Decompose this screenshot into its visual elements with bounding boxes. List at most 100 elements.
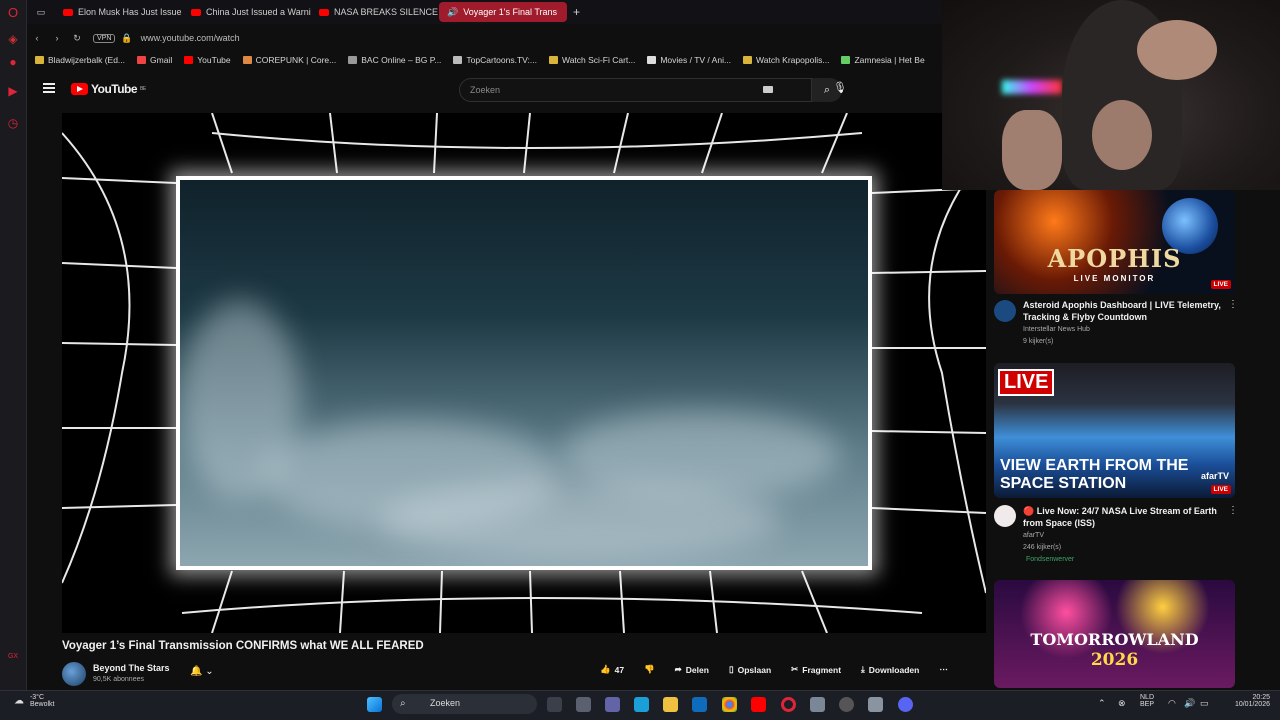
bookmark-item[interactable]: Zamnesia | Het Be: [841, 55, 925, 65]
wifi-icon[interactable]: ◠: [1168, 698, 1176, 709]
tray-app-icon[interactable]: ⊗: [1118, 698, 1126, 709]
weather-widget[interactable]: ☁ -3°C Bewolkt: [14, 694, 54, 708]
speaker-icon[interactable]: 🔊: [447, 7, 458, 18]
keyboard-icon[interactable]: [763, 86, 773, 93]
rec-thumbnail[interactable]: APOPHIS LIVE MONITOR LIVE: [994, 190, 1235, 294]
video-frame: [176, 176, 872, 570]
volume-icon[interactable]: 🔊: [1184, 698, 1195, 709]
channel-avatar[interactable]: [994, 300, 1016, 322]
download-button[interactable]: ⤓ Downloaden: [861, 664, 919, 675]
live-badge: LIVE: [1210, 280, 1231, 289]
opera-logo-icon[interactable]: O: [6, 6, 20, 20]
more-options-icon[interactable]: ⋮: [1228, 505, 1238, 516]
video-actions: 👍 47 👎 ➦ Delen ▯ Opslaan ✂ Fragment ⤓ Downloa…: [600, 664, 948, 675]
history-icon[interactable]: ◷: [6, 116, 20, 130]
widgets-icon[interactable]: [576, 697, 591, 712]
scissors-icon: ✂: [791, 664, 799, 674]
youtube-play-icon: [71, 83, 88, 95]
discord-icon[interactable]: [898, 697, 913, 712]
dislike-button[interactable]: 👎: [644, 664, 655, 675]
youtube-favicon-icon: [191, 8, 201, 16]
subscriber-count: 90,5K abonnees: [93, 676, 144, 683]
bookmark-item[interactable]: Bladwijzerbalk (Ed...: [35, 55, 125, 65]
youtube-favicon-icon: [319, 8, 329, 16]
rec-title[interactable]: 🔴 Live Now: 24/7 NASA Live Stream of Ear…: [1023, 505, 1228, 529]
channel-avatar[interactable]: [994, 505, 1016, 527]
file-explorer-icon[interactable]: [663, 697, 678, 712]
youtube-sidebar-icon[interactable]: ▶: [6, 84, 20, 98]
bookmark-icon: ▯: [728, 664, 734, 674]
topcartoons-icon: [453, 56, 463, 64]
webcam-overlay: [942, 0, 1280, 190]
bookmark-item[interactable]: Gmail: [137, 55, 172, 65]
search-icon: ⌕: [400, 698, 406, 709]
rec-thumbnail[interactable]: LIVE VIEW EARTH FROM THE SPACE STATION a…: [994, 363, 1235, 498]
youtube-app-icon[interactable]: [751, 697, 766, 712]
bookmark-item[interactable]: BAC Online – BG P...: [348, 55, 441, 65]
opera-gx-icon[interactable]: [781, 697, 796, 712]
tab-menu-icon[interactable]: ▭: [27, 7, 55, 18]
bookmark-item[interactable]: TopCartoons.TV:...: [453, 55, 537, 65]
tab-0[interactable]: Elon Musk Has Just Issue: [55, 2, 183, 22]
rec-channel[interactable]: Interstellar News Hub: [1023, 326, 1090, 333]
forward-button[interactable]: ›: [47, 33, 67, 43]
app-icon[interactable]: [839, 697, 854, 712]
bookmark-item[interactable]: Watch Krapopolis...: [743, 55, 829, 65]
live-badge: LIVE: [1210, 485, 1231, 494]
thumbs-down-icon: 👎: [644, 664, 655, 674]
search-input[interactable]: Zoeken: [459, 78, 812, 102]
zamnesia-icon: [841, 56, 851, 64]
calculator-icon[interactable]: [810, 697, 825, 712]
system-clock[interactable]: 20:25 10/01/2026: [1222, 694, 1270, 708]
channel-name[interactable]: Beyond The Stars: [93, 663, 170, 673]
video-player[interactable]: [62, 113, 986, 633]
corepunk-icon: [242, 56, 252, 64]
mic-icon[interactable]: 🎙: [830, 81, 850, 101]
bookmark-item[interactable]: YouTube: [184, 55, 231, 65]
tab-2[interactable]: NASA BREAKS SILENCE o: [311, 2, 439, 22]
tab-1[interactable]: China Just Issued a Warni: [183, 2, 311, 22]
messenger-icon[interactable]: ●: [6, 55, 20, 69]
play-icon: [647, 56, 657, 64]
settings-icon[interactable]: [868, 697, 883, 712]
tab-3-active[interactable]: 🔊 Voyager 1's Final Trans: [439, 2, 567, 22]
scifi-icon: [548, 56, 558, 64]
back-button[interactable]: ‹: [27, 33, 47, 43]
outlook-icon[interactable]: [692, 697, 707, 712]
language-indicator[interactable]: NLD BEP: [1140, 694, 1154, 708]
menu-icon[interactable]: [43, 83, 55, 93]
opera-sidebar: O ◈ ● ▶ ◷ GX: [0, 0, 27, 690]
url-field[interactable]: www.youtube.com/watch: [141, 33, 240, 43]
clip-button[interactable]: ✂ Fragment: [791, 664, 841, 675]
speed-dial-icon[interactable]: ◈: [6, 32, 20, 46]
edge-icon[interactable]: [634, 697, 649, 712]
tray-chevron-icon[interactable]: ⌃: [1098, 698, 1106, 709]
channel-avatar[interactable]: [62, 662, 86, 686]
youtube-logo[interactable]: YouTube BE: [71, 82, 146, 96]
teams-icon[interactable]: [605, 697, 620, 712]
rec-channel[interactable]: afarTV: [1023, 532, 1044, 539]
bookmark-item[interactable]: Watch Sci-Fi Cart...: [548, 55, 635, 65]
reload-button[interactable]: ↻: [67, 33, 87, 44]
new-tab-button[interactable]: +: [573, 5, 580, 19]
start-icon[interactable]: [367, 697, 382, 712]
bac-icon: [348, 56, 358, 64]
task-view-icon[interactable]: [547, 697, 562, 712]
folder-icon: [35, 56, 44, 64]
rec-title[interactable]: Asteroid Apophis Dashboard | LIVE Teleme…: [1023, 299, 1228, 323]
more-actions-icon[interactable]: ⋯: [939, 664, 948, 675]
vpn-badge[interactable]: VPN: [93, 33, 116, 43]
cloud-icon: ☁: [14, 695, 24, 707]
chrome-icon[interactable]: [722, 697, 737, 712]
notification-bell-icon[interactable]: 🔔 ⌄: [190, 666, 214, 677]
rec-thumbnail[interactable]: TOMORROWLAND 2026: [994, 580, 1235, 688]
bookmark-item[interactable]: Movies / TV / Ani...: [647, 55, 731, 65]
battery-icon[interactable]: ▭: [1200, 698, 1209, 709]
more-options-icon[interactable]: ⋮: [1228, 299, 1238, 310]
like-button[interactable]: 👍 47: [600, 664, 624, 675]
share-button[interactable]: ➦ Delen: [675, 664, 709, 675]
bookmark-item[interactable]: COREPUNK | Core...: [242, 55, 336, 65]
save-button[interactable]: ▯ Opslaan: [729, 664, 771, 675]
taskbar-search[interactable]: Zoeken: [392, 694, 537, 714]
gx-icon[interactable]: GX: [6, 650, 20, 664]
